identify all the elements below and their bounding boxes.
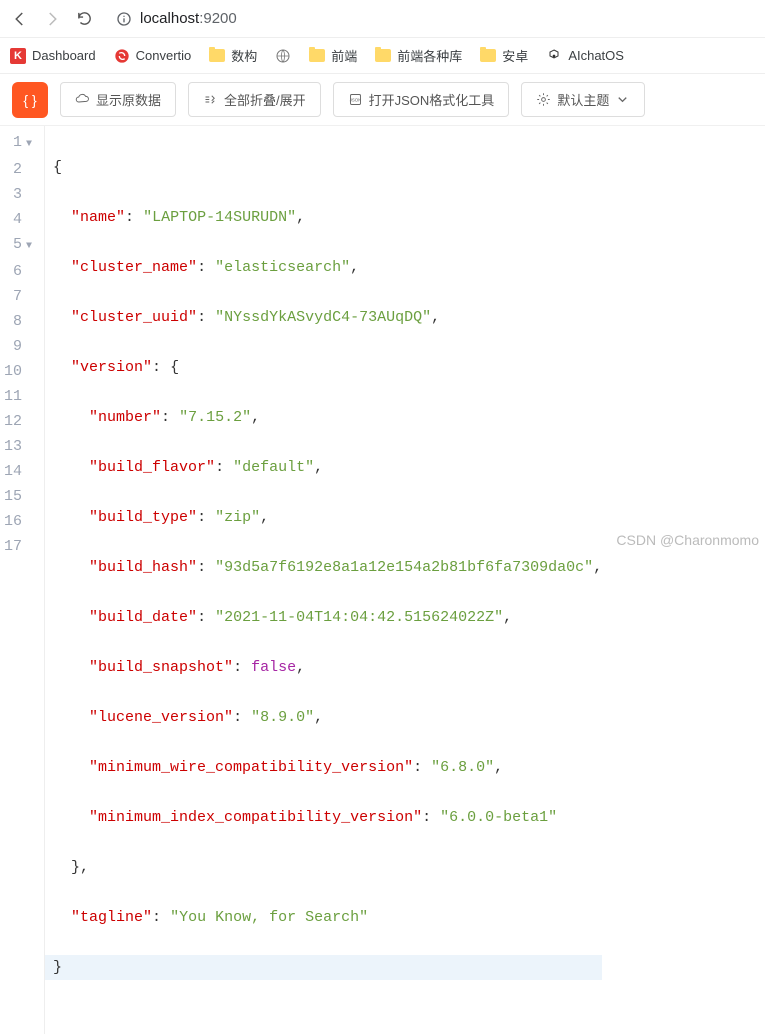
bookmark-label: 前端 — [331, 46, 357, 65]
line-gutter: 1▼ 2 3 4 5▼ 6 7 8 9 10 11 12 13 14 15 16… — [0, 126, 45, 1034]
folder-icon — [209, 48, 225, 64]
bookmark-folder-4[interactable]: 安卓 — [480, 46, 528, 65]
svg-text:JSON: JSON — [349, 97, 361, 102]
k-icon: K — [10, 48, 26, 64]
watermark: CSDN @Charonmomo — [616, 532, 759, 548]
bookmark-label: 数构 — [231, 46, 257, 65]
back-button[interactable] — [10, 9, 30, 29]
extension-logo[interactable]: { } — [12, 82, 48, 118]
code-area[interactable]: { "name": "LAPTOP-14SURUDN", "cluster_na… — [45, 126, 602, 1034]
button-label: 打开JSON格式化工具 — [369, 90, 495, 109]
bookmark-globe[interactable] — [275, 48, 291, 64]
bookmark-label: 安卓 — [502, 46, 528, 65]
bookmark-folder-2[interactable]: 前端 — [309, 46, 357, 65]
button-label: 显示原数据 — [96, 90, 161, 109]
json-value: NYssdYkASvydC4-73AUqDQ — [224, 309, 422, 326]
address-bar: localhost:9200 — [0, 0, 765, 38]
json-value: LAPTOP-14SURUDN — [152, 209, 287, 226]
tool-icon: JSON — [348, 92, 363, 107]
reload-button[interactable] — [74, 9, 94, 29]
show-raw-button[interactable]: 显示原数据 — [60, 82, 176, 117]
bookmark-label: AIchatOS — [568, 48, 624, 63]
json-value: You Know, for Search — [179, 909, 359, 926]
fold-icon — [203, 92, 218, 107]
json-value: 6.8.0 — [440, 759, 485, 776]
json-value: 93d5a7f6192e8a1a12e154a2b81bf6fa7309da0c — [224, 559, 584, 576]
json-value: default — [242, 459, 305, 476]
info-icon — [116, 11, 132, 27]
json-toolbar: { } 显示原数据 全部折叠/展开 JSON 打开JSON格式化工具 默认主题 — [0, 74, 765, 126]
cloud-icon — [75, 92, 90, 107]
bookmarks-bar: K Dashboard Convertio 数构 前端 前端各种库 安卓 AIc… — [0, 38, 765, 74]
json-value: elasticsearch — [224, 259, 341, 276]
url-port: :9200 — [199, 10, 237, 27]
json-value: 6.0.0-beta1 — [449, 809, 548, 826]
bookmark-label: Convertio — [136, 48, 192, 63]
chevron-down-icon — [615, 92, 630, 107]
url-host: localhost — [140, 10, 199, 27]
folder-icon — [480, 48, 496, 64]
bookmark-label: 前端各种库 — [397, 46, 462, 65]
bookmark-dashboard[interactable]: K Dashboard — [10, 48, 96, 64]
json-value: 8.9.0 — [260, 709, 305, 726]
button-label: 全部折叠/展开 — [224, 90, 306, 109]
globe-icon — [275, 48, 291, 64]
json-value: false — [251, 659, 296, 676]
bookmark-folder-3[interactable]: 前端各种库 — [375, 46, 462, 65]
url-bar[interactable]: localhost:9200 — [106, 6, 755, 31]
bookmark-label: Dashboard — [32, 48, 96, 63]
json-value: zip — [224, 509, 251, 526]
theme-button[interactable]: 默认主题 — [521, 82, 645, 117]
folder-icon — [375, 48, 391, 64]
json-value: 2021-11-04T14:04:42.515624022Z — [224, 609, 494, 626]
bookmark-aichat[interactable]: AIchatOS — [546, 48, 624, 64]
json-editor: 1▼ 2 3 4 5▼ 6 7 8 9 10 11 12 13 14 15 16… — [0, 126, 765, 1034]
openai-icon — [546, 48, 562, 64]
gear-icon — [536, 92, 551, 107]
fold-all-button[interactable]: 全部折叠/展开 — [188, 82, 321, 117]
bookmark-convertio[interactable]: Convertio — [114, 48, 192, 64]
folder-icon — [309, 48, 325, 64]
convertio-icon — [114, 48, 130, 64]
bookmark-folder-1[interactable]: 数构 — [209, 46, 257, 65]
open-formatter-button[interactable]: JSON 打开JSON格式化工具 — [333, 82, 510, 117]
button-label: 默认主题 — [557, 90, 609, 109]
forward-button[interactable] — [42, 9, 62, 29]
json-value: 7.15.2 — [188, 409, 242, 426]
